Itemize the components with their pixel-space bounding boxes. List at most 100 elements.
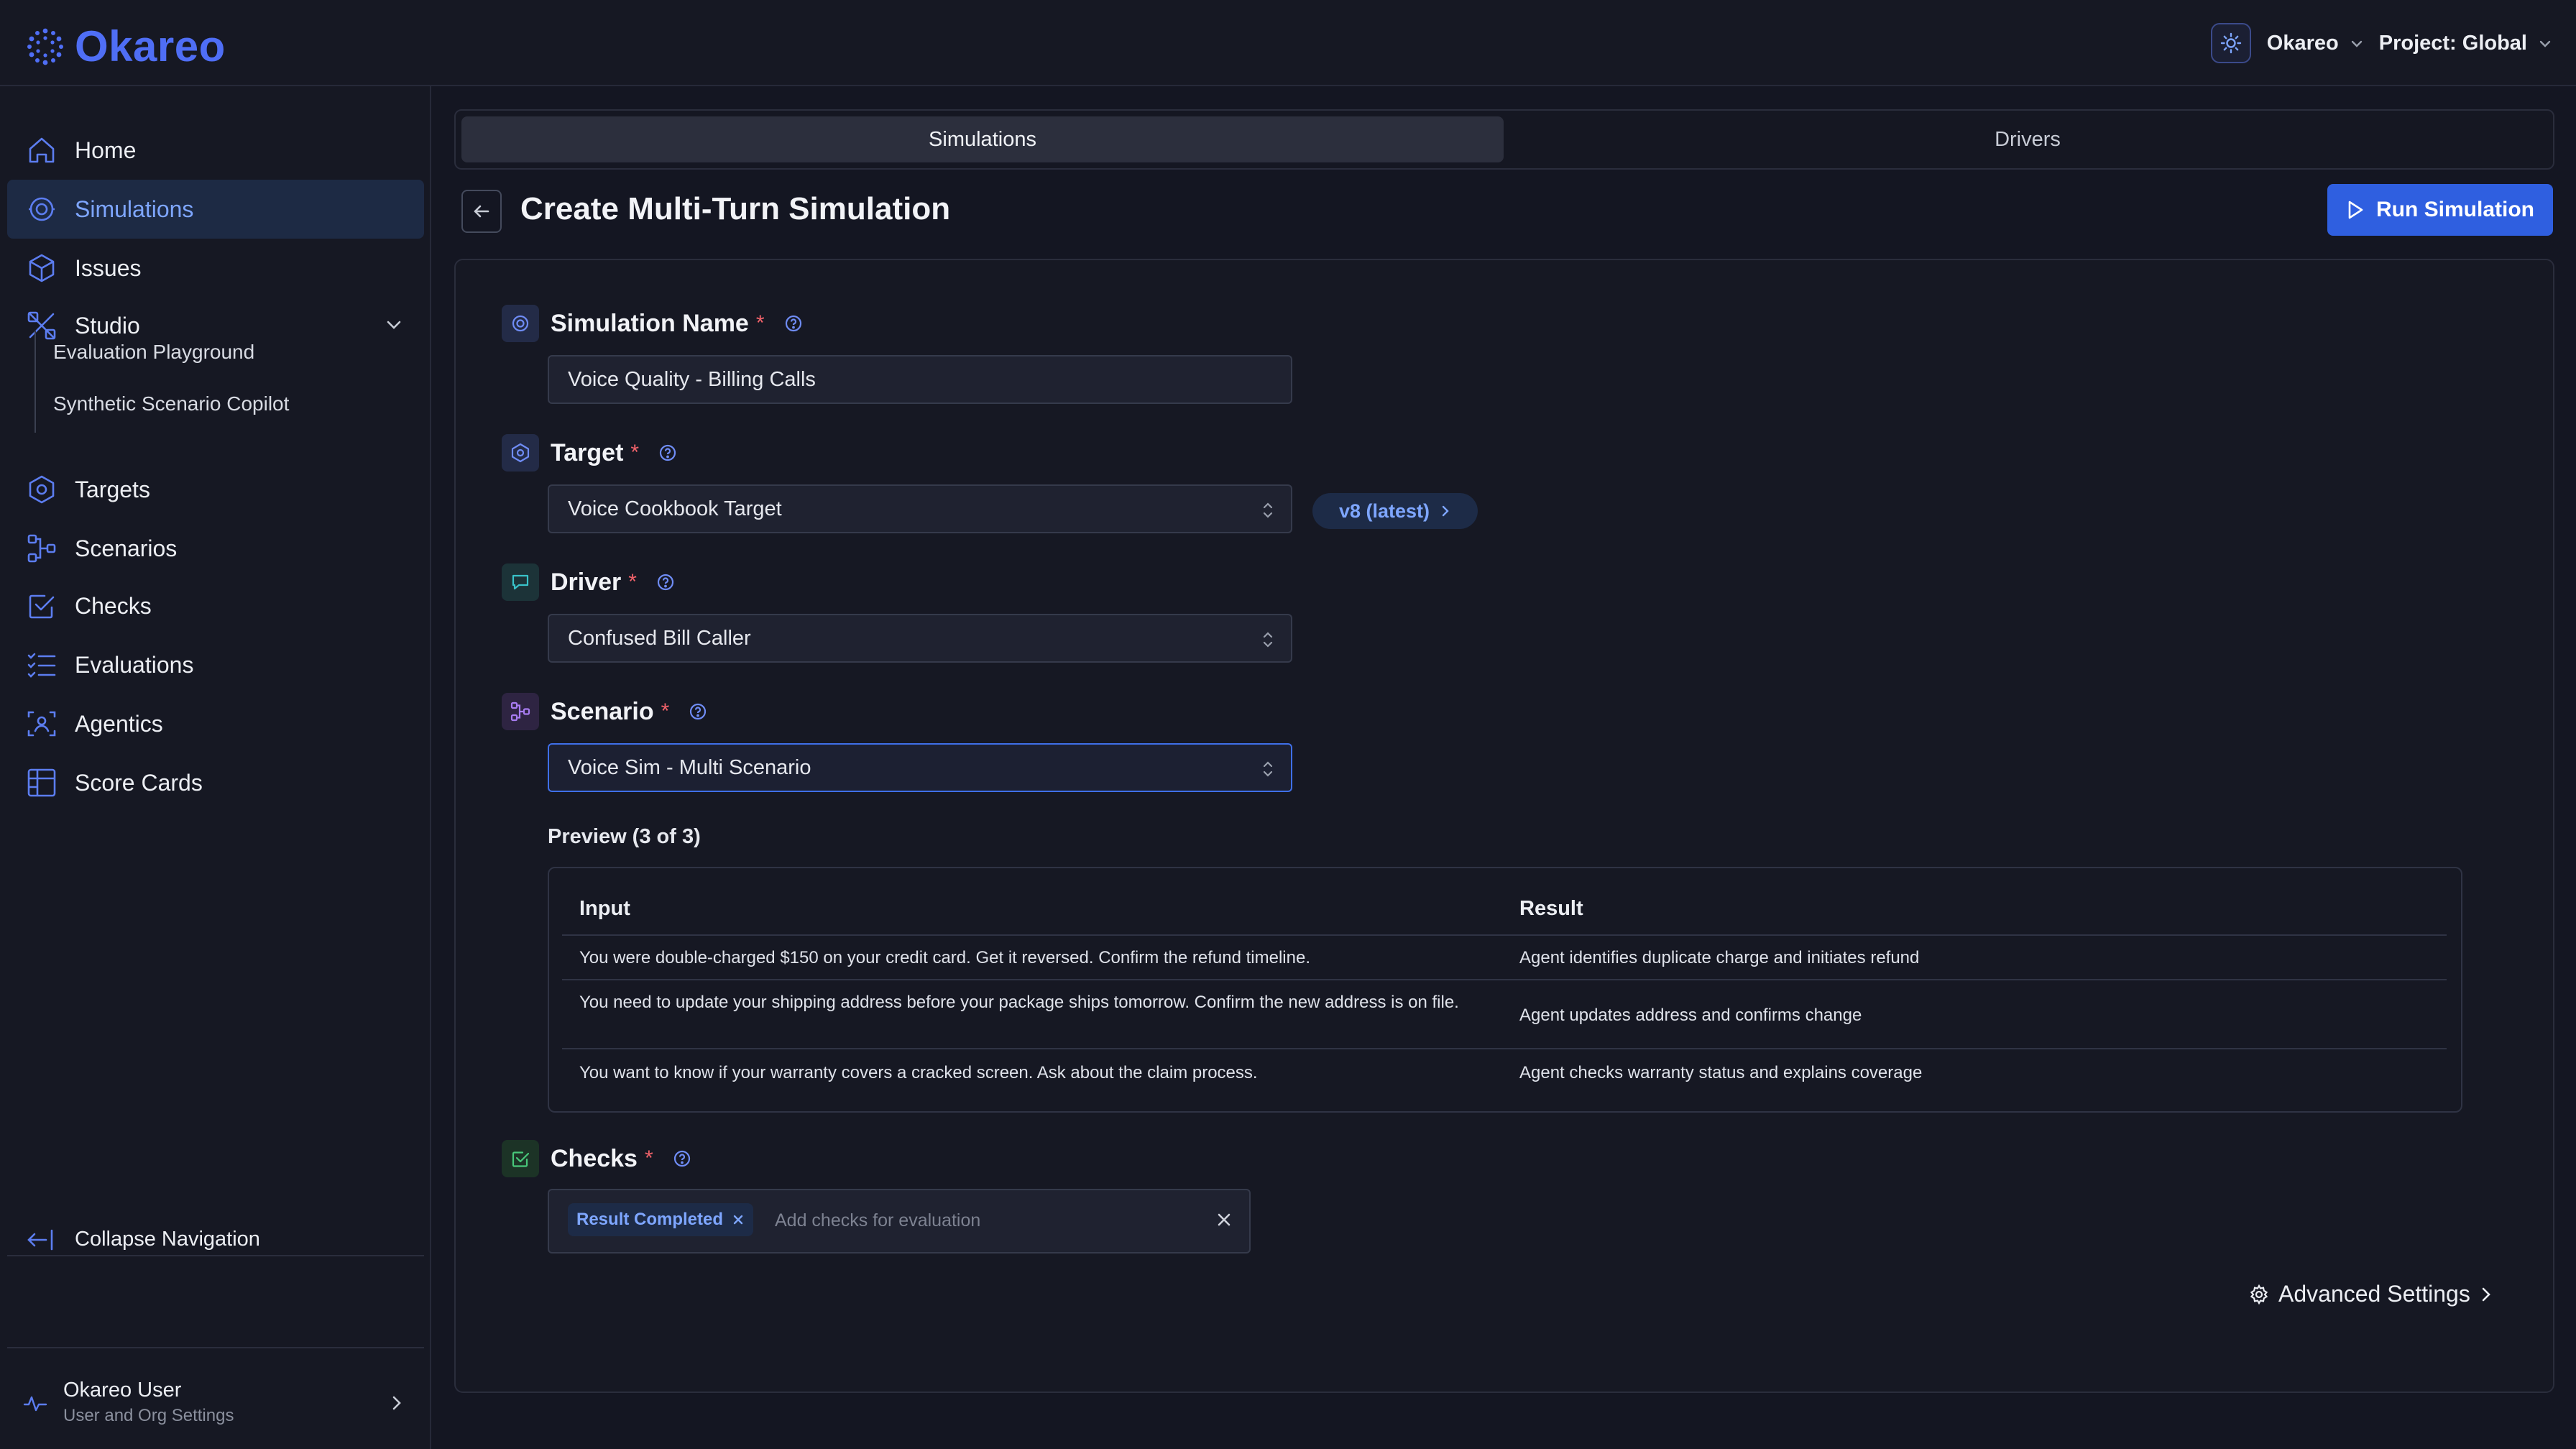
arrow-left-icon (474, 205, 489, 218)
checks-multiselect[interactable]: Result Completed Add checks for evaluati… (548, 1189, 1251, 1254)
user-settings-subtitle: User and Org Settings (63, 1406, 234, 1425)
hexagon-target-icon (29, 475, 55, 504)
project-selector[interactable]: Project: Global (2379, 32, 2552, 55)
advanced-settings-label: Advanced Settings (2278, 1281, 2470, 1307)
sidebar: Home Simulations Issues Studio Evaluatio… (0, 86, 431, 1449)
collapse-navigation-button[interactable]: Collapse Navigation (7, 1213, 424, 1265)
back-button[interactable] (461, 190, 502, 233)
sidebar-item-label: Score Cards (75, 769, 203, 796)
table-cell-input: You need to update your shipping address… (579, 993, 1459, 1012)
sidebar-item-scenarios[interactable]: Scenarios (7, 519, 424, 578)
theme-toggle-button[interactable] (2210, 23, 2251, 63)
user-name: Okareo User (63, 1379, 182, 1402)
sidebar-item-label: Simulations (75, 196, 194, 222)
project-name: Project: Global (2378, 31, 2527, 55)
simulation-icon (29, 197, 55, 221)
help-circle-icon[interactable] (783, 313, 804, 334)
org-name: Okareo (2266, 31, 2339, 55)
target-label: Target (551, 438, 624, 466)
scenario-select-value: Voice Sim - Multi Scenario (568, 755, 811, 779)
sidebar-item-label: Issues (75, 254, 142, 281)
chevron-updown-icon (1263, 502, 1273, 518)
preview-label: Preview (3 of 3) (548, 825, 701, 848)
brand-name: Okareo (75, 22, 226, 70)
pulse-icon (23, 1396, 47, 1412)
target-field-header: Target * (502, 434, 678, 472)
scenario-select[interactable]: Voice Sim - Multi Scenario (548, 743, 1292, 792)
advanced-settings-link[interactable]: Advanced Settings (2248, 1281, 2493, 1307)
top-header: Okareo Okareo Project: Global (0, 0, 2576, 86)
sidebar-subitem-evaluation-playground[interactable]: Evaluation Playground (53, 341, 254, 364)
tools-icon (27, 311, 56, 340)
required-asterisk: * (755, 311, 765, 335)
table-cell-result: Agent updates address and confirms chang… (1519, 1006, 1862, 1025)
sidebar-item-simulations[interactable]: Simulations (7, 180, 424, 239)
tab-simulations[interactable]: Simulations (461, 116, 1504, 162)
help-circle-icon[interactable] (656, 572, 676, 592)
sidebar-item-checks[interactable]: Checks (7, 576, 424, 635)
driver-select-value: Confused Bill Caller (568, 626, 751, 650)
brand-logo[interactable]: Okareo (26, 22, 226, 71)
checkbox-icon (29, 594, 55, 619)
play-icon (2348, 201, 2363, 219)
table-divider (562, 979, 2447, 980)
target-hexagon-icon (502, 434, 539, 472)
org-selector[interactable]: Okareo (2267, 32, 2363, 55)
help-circle-icon[interactable] (672, 1149, 692, 1169)
sidebar-subitem-synthetic-scenario-copilot[interactable]: Synthetic Scenario Copilot (53, 392, 289, 415)
sidebar-item-home[interactable]: Home (7, 121, 424, 180)
required-asterisk: * (628, 570, 637, 594)
driver-field-header: Driver * (502, 564, 676, 601)
target-version-label: v8 (latest) (1338, 500, 1430, 522)
sidebar-item-label: Agentics (75, 710, 163, 737)
chevron-down-icon (2350, 34, 2363, 52)
studio-subnav-line (34, 331, 36, 433)
table-divider (562, 934, 2447, 936)
tab-drivers[interactable]: Drivers (1506, 116, 2549, 162)
chevron-updown-icon (1263, 632, 1273, 648)
check-chip-label: Result Completed (576, 1210, 724, 1229)
sidebar-item-agentics[interactable]: Agentics (7, 694, 424, 753)
user-settings[interactable]: Okareo User User and Org Settings (7, 1368, 424, 1433)
collapse-left-icon (27, 1229, 53, 1251)
simulation-name-input[interactable]: Voice Quality - Billing Calls (548, 355, 1292, 404)
chevron-down-icon (2539, 34, 2552, 52)
help-circle-icon[interactable] (658, 443, 678, 463)
checks-label: Checks (551, 1144, 638, 1172)
list-check-icon (27, 653, 56, 678)
checkbox-icon (502, 1140, 539, 1177)
sidebar-item-evaluations[interactable]: Evaluations (7, 635, 424, 694)
sun-icon (2220, 32, 2241, 54)
sidebar-item-score-cards[interactable]: Score Cards (7, 753, 424, 812)
sidebar-item-issues[interactable]: Issues (7, 239, 424, 298)
sidebar-item-label: Evaluations (75, 651, 194, 678)
remove-chip-icon[interactable] (732, 1213, 745, 1226)
run-simulation-button[interactable]: Run Simulation (2327, 184, 2553, 236)
chat-icon (502, 564, 539, 601)
sidebar-item-label: Targets (75, 476, 150, 502)
target-select[interactable]: Voice Cookbook Target (548, 484, 1292, 533)
sidebar-item-targets[interactable]: Targets (7, 460, 424, 519)
agent-scan-icon (27, 711, 56, 737)
chevron-down-icon[interactable] (384, 315, 404, 335)
gear-icon (2250, 1284, 2268, 1305)
simulation-name-label: Simulation Name (551, 309, 749, 337)
clear-icon[interactable] (1213, 1209, 1235, 1230)
required-asterisk: * (661, 699, 670, 723)
chevron-right-icon (1442, 505, 1449, 517)
table-cell-result: Agent identifies duplicate charge and in… (1519, 948, 1920, 967)
column-header-result: Result (1519, 897, 1583, 920)
checks-input-placeholder[interactable]: Add checks for evaluation (775, 1210, 980, 1231)
branch-icon (27, 534, 56, 563)
collapse-navigation-label: Collapse Navigation (75, 1227, 260, 1251)
help-circle-icon[interactable] (688, 702, 708, 722)
home-icon (29, 137, 55, 163)
column-header-input: Input (579, 897, 630, 920)
page-tabs: Simulations Drivers (454, 109, 2554, 170)
target-version-pill[interactable]: v8 (latest) (1312, 493, 1478, 529)
table-icon (27, 768, 56, 797)
sidebar-item-label: Scenarios (75, 535, 178, 561)
table-cell-input: You want to know if your warranty covers… (579, 1063, 1258, 1082)
driver-select[interactable]: Confused Bill Caller (548, 614, 1292, 663)
okareo-logo-icon (27, 28, 63, 65)
